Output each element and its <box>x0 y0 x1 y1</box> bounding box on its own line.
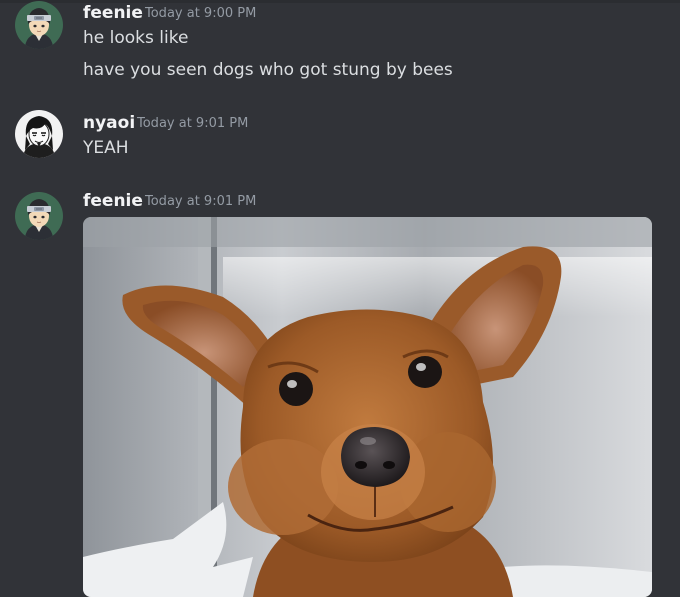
manga-character-avatar-icon[interactable] <box>15 110 63 158</box>
swollen-face-dog-photo <box>83 217 652 597</box>
message-timestamp[interactable]: Today at 9:01 PM <box>145 192 256 212</box>
username-nyaoi[interactable]: nyaoi <box>83 113 135 133</box>
username-feenie[interactable]: feenie <box>83 3 143 23</box>
ninja-headband-avatar-icon[interactable] <box>15 192 63 240</box>
message-text: have you seen dogs who got stung by bees <box>83 60 453 80</box>
message-group-2: nyaoi Today at 9:01 PM YEAH <box>0 105 680 170</box>
message-timestamp[interactable]: Today at 9:00 PM <box>145 4 256 24</box>
message-text: YEAH <box>83 138 129 158</box>
username-feenie[interactable]: feenie <box>83 191 143 211</box>
ninja-headband-avatar-icon[interactable] <box>15 1 63 49</box>
message-group-1: feenie Today at 9:00 PM he looks like ha… <box>0 0 680 90</box>
image-attachment[interactable] <box>83 217 652 597</box>
message-timestamp[interactable]: Today at 9:01 PM <box>137 114 248 134</box>
message-text: he looks like <box>83 28 189 48</box>
